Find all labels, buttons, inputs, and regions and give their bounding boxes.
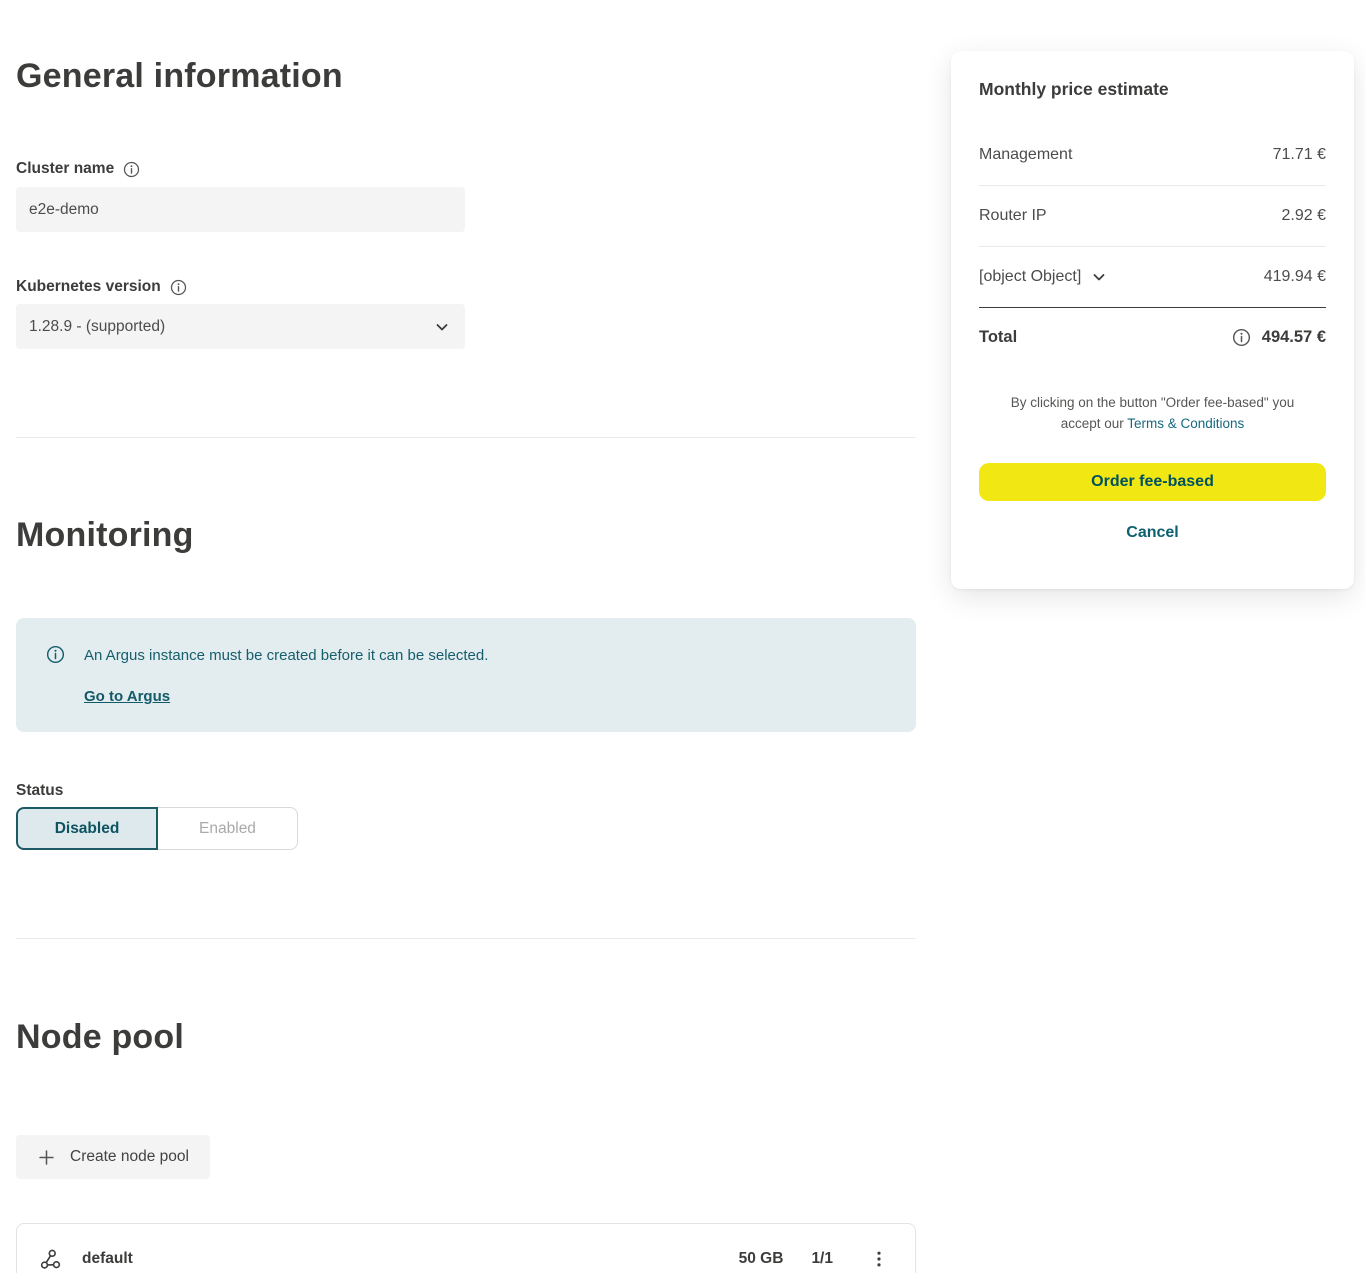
- status-option-enabled[interactable]: Enabled: [157, 807, 298, 850]
- kubernetes-version-select[interactable]: 1.28.9 - (supported): [16, 304, 465, 349]
- kubernetes-version-label-row: Kubernetes version: [16, 277, 916, 297]
- cluster-name-label-row: Cluster name: [16, 159, 916, 179]
- section-divider: [16, 938, 916, 939]
- section-title-nodepool: Node pool: [16, 1016, 916, 1058]
- total-label: Total: [979, 328, 1017, 347]
- main-column: General information Cluster name Kuberne…: [16, 0, 916, 1273]
- cluster-name-input[interactable]: [16, 187, 465, 232]
- price-row-value: 2.92 €: [1282, 207, 1326, 225]
- info-icon: [123, 161, 140, 178]
- price-row-management: Management 71.71 €: [979, 125, 1326, 186]
- node-pool-menu-button[interactable]: [867, 1245, 891, 1273]
- plus-icon: [37, 1148, 56, 1167]
- info-icon[interactable]: [170, 279, 187, 296]
- price-row-value: 419.94 €: [1264, 268, 1326, 286]
- order-fee-based-button[interactable]: Order fee-based: [979, 463, 1326, 501]
- price-row-node-pools: [object Object] 419.94 €: [979, 247, 1326, 308]
- terms-text: By clicking on the button "Order fee-bas…: [997, 392, 1309, 434]
- chevron-down-icon: [1091, 269, 1107, 285]
- go-to-argus-link[interactable]: Go to Argus: [84, 688, 170, 705]
- info-icon: [46, 645, 65, 664]
- node-pool-storage: 50 GB: [739, 1250, 784, 1268]
- price-row-value: 71.71 €: [1273, 146, 1326, 164]
- info-icon[interactable]: [123, 161, 140, 178]
- total-row: Total 494.57 €: [979, 308, 1326, 366]
- info-icon: [1232, 328, 1251, 347]
- kubernetes-version-label: Kubernetes version: [16, 277, 161, 297]
- node-pool-name: default: [82, 1250, 133, 1268]
- cluster-create-page: General information Cluster name Kuberne…: [0, 0, 1365, 1273]
- cancel-button[interactable]: Cancel: [1120, 523, 1184, 543]
- expand-row-button[interactable]: [1091, 269, 1107, 285]
- node-pool-count: 1/1: [811, 1250, 833, 1268]
- status-label-row: Status: [16, 781, 916, 801]
- price-row-label: Router IP: [979, 207, 1047, 225]
- price-row-label: Management: [979, 146, 1072, 164]
- total-value: 494.57 €: [1262, 328, 1326, 347]
- status-toggle: Disabled Enabled: [16, 807, 298, 850]
- node-pool-icon: [39, 1248, 62, 1271]
- section-title-general: General information: [16, 55, 916, 97]
- monthly-price-estimate-card: Monthly price estimate Management 71.71 …: [951, 51, 1354, 589]
- banner-message: An Argus instance must be created before…: [84, 646, 488, 666]
- price-row-router-ip: Router IP 2.92 €: [979, 186, 1326, 247]
- node-pool-row[interactable]: default 50 GB 1/1: [16, 1223, 916, 1273]
- price-row-label: [object Object]: [979, 268, 1081, 286]
- kubernetes-version-value: 1.28.9 - (supported): [29, 318, 165, 336]
- total-right: 494.57 €: [1232, 328, 1326, 347]
- cluster-name-label: Cluster name: [16, 159, 114, 179]
- node-pool-meta: 50 GB 1/1: [739, 1245, 891, 1273]
- create-node-pool-label: Create node pool: [70, 1148, 189, 1166]
- total-info-button[interactable]: [1232, 328, 1251, 347]
- price-row-label-group: [object Object]: [979, 268, 1107, 286]
- chevron-down-icon: [434, 319, 450, 335]
- banner-content: An Argus instance must be created before…: [84, 645, 488, 708]
- info-icon: [170, 279, 187, 296]
- terms-and-conditions-link[interactable]: Terms & Conditions: [1127, 416, 1244, 431]
- price-card-title: Monthly price estimate: [979, 77, 1326, 101]
- status-option-disabled[interactable]: Disabled: [16, 807, 158, 850]
- create-node-pool-button[interactable]: Create node pool: [16, 1135, 210, 1179]
- status-label: Status: [16, 781, 63, 801]
- price-rows: Management 71.71 € Router IP 2.92 € [obj…: [979, 125, 1326, 308]
- section-divider: [16, 437, 916, 438]
- argus-info-banner: An Argus instance must be created before…: [16, 618, 916, 732]
- kebab-icon: [869, 1249, 889, 1269]
- section-title-monitoring: Monitoring: [16, 514, 916, 556]
